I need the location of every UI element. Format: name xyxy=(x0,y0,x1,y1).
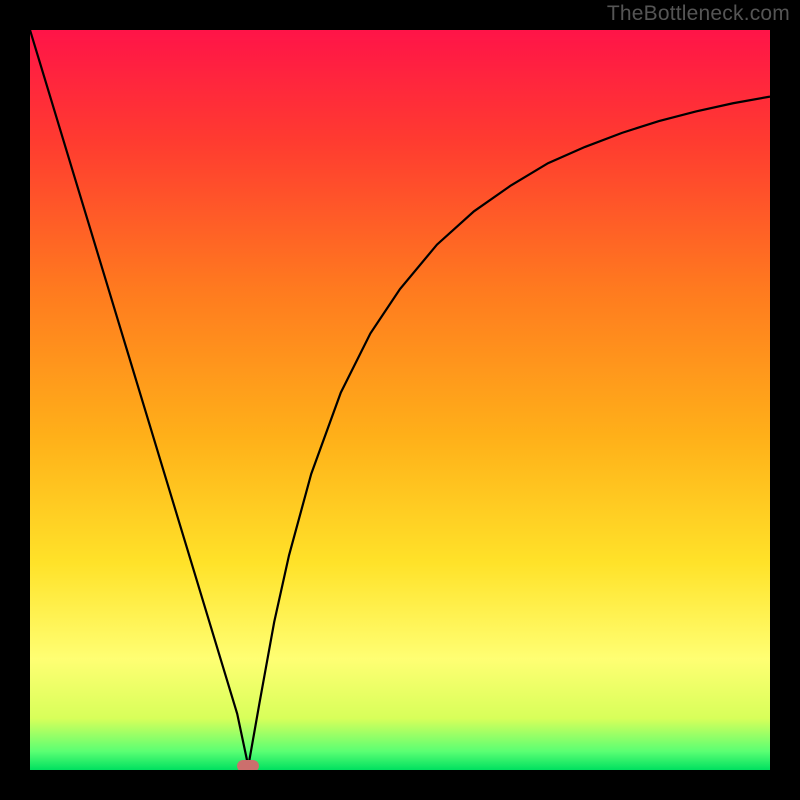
chart-frame: TheBottleneck.com xyxy=(0,0,800,800)
vertex-marker xyxy=(237,760,259,770)
chart-svg xyxy=(30,30,770,770)
watermark-label: TheBottleneck.com xyxy=(607,2,790,26)
plot-area xyxy=(30,30,770,770)
